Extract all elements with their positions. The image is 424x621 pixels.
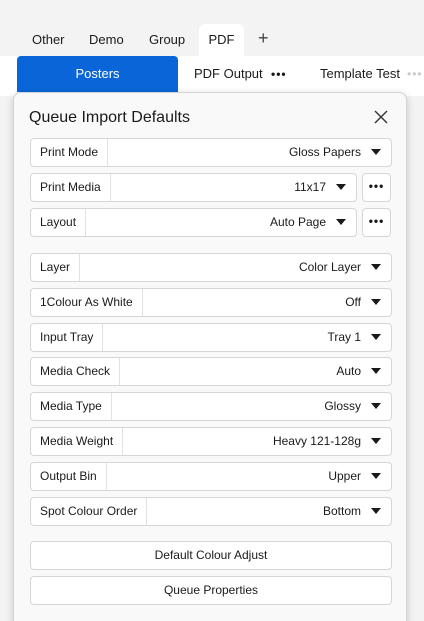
media-weight-value: Heavy 121-128g xyxy=(272,434,361,448)
tab-pdf[interactable]: PDF xyxy=(199,24,244,56)
chevron-down-icon xyxy=(371,508,381,514)
tab-posters[interactable]: Posters xyxy=(17,56,178,92)
print-media-value: 11x17 xyxy=(294,180,326,194)
chevron-down-icon xyxy=(336,184,346,190)
tab-template-test[interactable]: Template Test xyxy=(320,56,400,92)
output-bin-value: Upper xyxy=(328,469,361,483)
media-weight-label: Media Weight xyxy=(31,428,124,455)
media-type-select[interactable]: Media Type Glossy xyxy=(30,392,392,421)
print-media-more-button[interactable]: ••• xyxy=(362,173,391,202)
tab-pdf-output-more-icon[interactable]: ••• xyxy=(271,56,287,92)
layout-more-button[interactable]: ••• xyxy=(362,208,391,237)
chevron-down-icon xyxy=(371,334,381,340)
chevron-down-icon xyxy=(371,438,381,444)
output-bin-label: Output Bin xyxy=(31,463,107,490)
dialog-title: Queue Import Defaults xyxy=(29,109,190,126)
chevron-down-icon xyxy=(336,219,346,225)
layout-select[interactable]: Layout Auto Page xyxy=(30,208,357,237)
print-media-label: Print Media xyxy=(31,174,111,201)
media-check-label: Media Check xyxy=(31,358,121,385)
queue-properties-button[interactable]: Queue Properties xyxy=(30,576,392,605)
top-tab-bar: Other Demo Group PDF + xyxy=(0,0,424,56)
output-bin-select[interactable]: Output Bin Upper xyxy=(30,462,392,491)
default-colour-adjust-button[interactable]: Default Colour Adjust xyxy=(30,541,392,570)
chevron-down-icon xyxy=(371,264,381,270)
chevron-down-icon xyxy=(371,299,381,305)
media-type-value: Glossy xyxy=(324,399,361,413)
chevron-down-icon xyxy=(371,368,381,374)
chevron-down-icon xyxy=(371,403,381,409)
tab-other[interactable]: Other xyxy=(32,24,65,56)
colour-as-white-label: 1Colour As White xyxy=(31,289,143,316)
tab-pdf-output[interactable]: PDF Output xyxy=(194,56,263,92)
colour-as-white-value: Off xyxy=(345,295,361,309)
input-tray-label: Input Tray xyxy=(31,324,104,351)
input-tray-value: Tray 1 xyxy=(327,330,361,344)
print-mode-select[interactable]: Print Mode Gloss Papers xyxy=(30,138,392,167)
media-check-value: Auto xyxy=(336,364,361,378)
tab-demo[interactable]: Demo xyxy=(89,24,124,56)
print-mode-value: Gloss Papers xyxy=(288,145,361,159)
input-tray-select[interactable]: Input Tray Tray 1 xyxy=(30,323,392,352)
media-weight-select[interactable]: Media Weight Heavy 121-128g xyxy=(30,427,392,456)
colour-as-white-select[interactable]: 1Colour As White Off xyxy=(30,288,392,317)
layout-value: Auto Page xyxy=(269,215,326,229)
layer-select[interactable]: Layer Color Layer xyxy=(30,253,392,282)
chevron-down-icon xyxy=(371,473,381,479)
spot-colour-order-select[interactable]: Spot Colour Order Bottom xyxy=(30,497,392,526)
print-media-select[interactable]: Print Media 11x17 xyxy=(30,173,357,202)
media-type-label: Media Type xyxy=(31,393,112,420)
tab-group[interactable]: Group xyxy=(149,24,185,56)
add-tab-icon[interactable]: + xyxy=(258,24,269,56)
sub-tab-bar: Posters PDF Output ••• Template Test ••• xyxy=(0,56,424,96)
media-check-select[interactable]: Media Check Auto xyxy=(30,357,392,386)
close-icon[interactable] xyxy=(370,106,392,128)
layer-value: Color Layer xyxy=(298,260,361,274)
spot-colour-order-label: Spot Colour Order xyxy=(31,498,148,525)
chevron-down-icon xyxy=(371,149,381,155)
tab-template-test-more-icon[interactable]: ••• xyxy=(407,56,423,92)
layout-label: Layout xyxy=(31,209,87,236)
spot-colour-order-value: Bottom xyxy=(322,504,361,518)
print-mode-label: Print Mode xyxy=(31,139,109,166)
queue-import-defaults-dialog: Queue Import Defaults Print Mode Gloss P… xyxy=(13,92,407,621)
layer-label: Layer xyxy=(31,254,81,281)
